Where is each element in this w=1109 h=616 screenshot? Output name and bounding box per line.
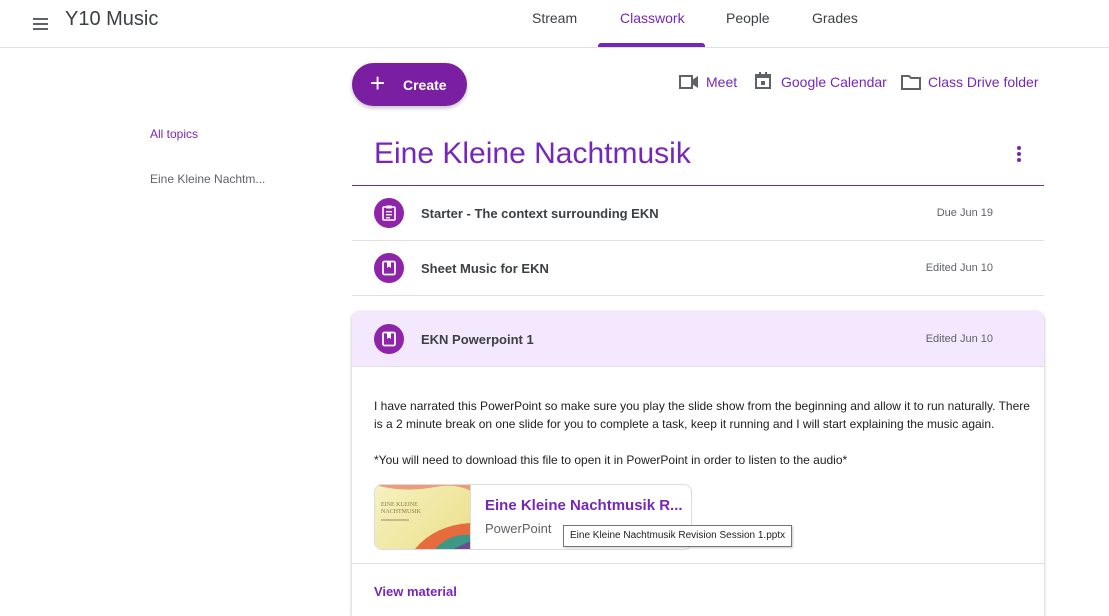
calendar-label: Google Calendar	[781, 74, 887, 90]
class-drive-folder-link[interactable]: Class Drive folder	[901, 72, 1041, 92]
classwork-item-title: EKN Powerpoint 1	[421, 332, 534, 347]
due-date: Due Jun 19	[936, 207, 993, 219]
edited-date: Edited Jun 10	[925, 333, 993, 345]
video-camera-icon	[679, 75, 698, 89]
top-app-bar: Y10 Music Stream Classwork People Grades	[0, 0, 1109, 48]
material-description: I have narrated this PowerPoint so make …	[374, 399, 1030, 431]
attachment-tooltip: Eine Kleine Nachtmusik Revision Session …	[563, 525, 793, 547]
classwork-item-sheet-music[interactable]: Sheet Music for EKN Edited Jun 10	[352, 241, 1044, 296]
attachment-title: Eine Kleine Nachtmusik R...	[485, 497, 683, 514]
meet-link[interactable]: Meet	[679, 72, 739, 92]
active-tab-indicator	[598, 43, 705, 47]
more-options-icon[interactable]	[1009, 144, 1029, 164]
classwork-item-title: Starter - The context surrounding EKN	[421, 206, 659, 221]
google-calendar-link[interactable]: Google Calendar	[754, 72, 889, 92]
tab-grades[interactable]: Grades	[812, 10, 858, 26]
view-material-link[interactable]: View material	[374, 584, 457, 599]
assignment-icon	[374, 198, 404, 228]
thumbnail-subtitle-line	[381, 519, 409, 521]
drive-folder-label: Class Drive folder	[928, 74, 1039, 90]
plus-icon: +	[370, 68, 386, 98]
meet-label: Meet	[706, 74, 738, 90]
main-menu-icon[interactable]	[30, 12, 54, 36]
classwork-item-ekn-powerpoint[interactable]: EKN Powerpoint 1 Edited Jun 10	[352, 311, 1044, 367]
sidebar-all-topics[interactable]: All topics	[150, 127, 198, 141]
thumbnail-title: EINE KLEINE NACHTMUSIK	[381, 502, 422, 515]
create-button-label: Create	[403, 77, 447, 93]
attachment-thumbnail: EINE KLEINE NACHTMUSIK	[375, 485, 471, 549]
classwork-item-title: Sheet Music for EKN	[421, 261, 549, 276]
classwork-item-starter[interactable]: Starter - The context surrounding EKN Du…	[352, 186, 1044, 241]
material-icon	[374, 253, 404, 283]
card-footer: View material	[352, 563, 1044, 616]
folder-icon	[901, 75, 921, 90]
tab-people[interactable]: People	[726, 10, 770, 26]
create-button[interactable]: + Create	[352, 63, 467, 106]
tab-classwork[interactable]: Classwork	[620, 10, 685, 26]
material-icon	[374, 324, 404, 354]
topic-title: Eine Kleine Nachtmusik	[374, 137, 691, 170]
attachment-type: PowerPoint	[485, 521, 552, 536]
expanded-material-card: EKN Powerpoint 1 Edited Jun 10 I have na…	[352, 311, 1044, 616]
calendar-icon	[755, 72, 771, 89]
sidebar-item-eine-kleine-nachtmusik[interactable]: Eine Kleine Nachtm...	[150, 172, 265, 186]
material-note: *You will need to download this file to …	[374, 453, 848, 467]
edited-date: Edited Jun 10	[925, 262, 993, 274]
class-title[interactable]: Y10 Music	[65, 8, 158, 31]
tab-stream[interactable]: Stream	[532, 10, 577, 26]
